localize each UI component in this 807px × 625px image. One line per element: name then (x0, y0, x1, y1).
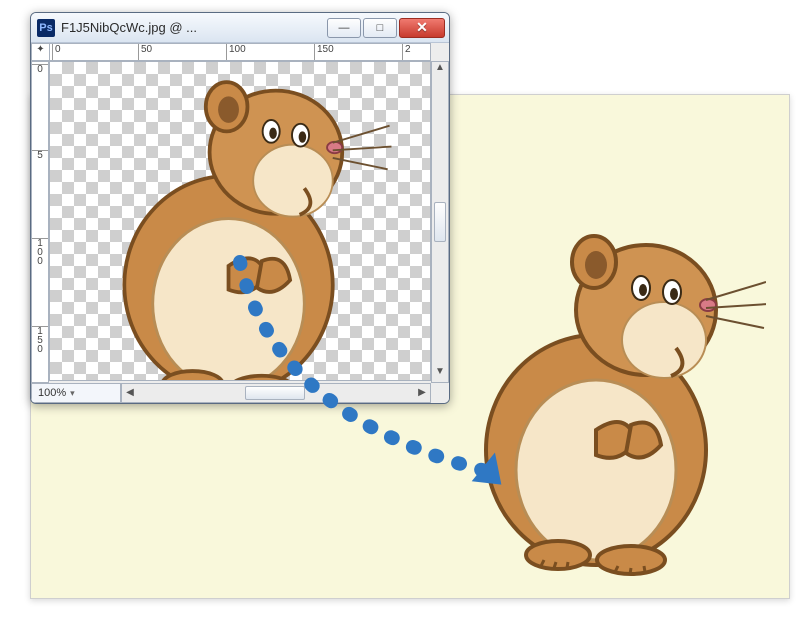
ruler-h-tick: 50 (138, 44, 152, 60)
canvas[interactable] (49, 61, 431, 381)
scroll-down-icon[interactable]: ▼ (432, 366, 448, 382)
ruler-v-tick: 5 (32, 150, 48, 160)
zoom-value: 100% (38, 387, 66, 399)
window-buttons: — □ ✕ (327, 18, 445, 38)
scroll-thumb-horizontal[interactable] (245, 386, 305, 400)
chevron-down-icon: ▾ (70, 388, 75, 399)
ruler-v-tick: 0 (32, 64, 48, 74)
ruler-vertical[interactable]: 0 5 1 0 0 1 5 0 (31, 61, 49, 383)
close-button[interactable]: ✕ (399, 18, 445, 38)
ruler-v-tick: 1 0 0 (32, 238, 48, 266)
ruler-v-tick: 1 5 0 (32, 326, 48, 354)
app-icon-text: Ps (39, 22, 52, 34)
ruler-origin[interactable]: ✦ (31, 43, 49, 61)
titlebar[interactable]: Ps F1J5NibQcWc.jpg @ ... — □ ✕ (31, 13, 449, 43)
ruler-horizontal[interactable]: 0 50 100 150 2 (49, 43, 431, 61)
ruler-h-tick: 150 (314, 44, 334, 60)
scrollbar-vertical[interactable]: ▲ ▼ (431, 61, 449, 383)
close-icon: ✕ (416, 19, 428, 36)
photoshop-app-icon: Ps (37, 19, 55, 37)
ruler-h-tick: 100 (226, 44, 246, 60)
minimize-icon: — (339, 22, 350, 34)
scroll-left-icon[interactable]: ◀ (122, 384, 138, 402)
zoom-status[interactable]: 100% ▾ (31, 383, 121, 403)
dropped-image[interactable] (446, 200, 766, 580)
window-title: F1J5NibQcWc.jpg @ ... (61, 20, 327, 35)
photoshop-window[interactable]: Ps F1J5NibQcWc.jpg @ ... — □ ✕ ✦ 0 50 10… (30, 12, 450, 404)
ruler-h-tick: 0 (52, 44, 61, 60)
ruler-h-tick: 2 (402, 44, 411, 60)
scroll-right-icon[interactable]: ▶ (414, 384, 430, 402)
source-image[interactable] (58, 61, 418, 381)
minimize-button[interactable]: — (327, 18, 361, 38)
maximize-button[interactable]: □ (363, 18, 397, 38)
document-area: ✦ 0 50 100 150 2 0 5 1 0 0 1 5 0 ▲ ▼ 100… (31, 43, 449, 403)
scroll-up-icon[interactable]: ▲ (432, 62, 448, 78)
maximize-icon: □ (377, 22, 384, 34)
scrollbar-horizontal[interactable]: ◀ ▶ (121, 383, 431, 403)
scroll-thumb-vertical[interactable] (434, 202, 446, 242)
